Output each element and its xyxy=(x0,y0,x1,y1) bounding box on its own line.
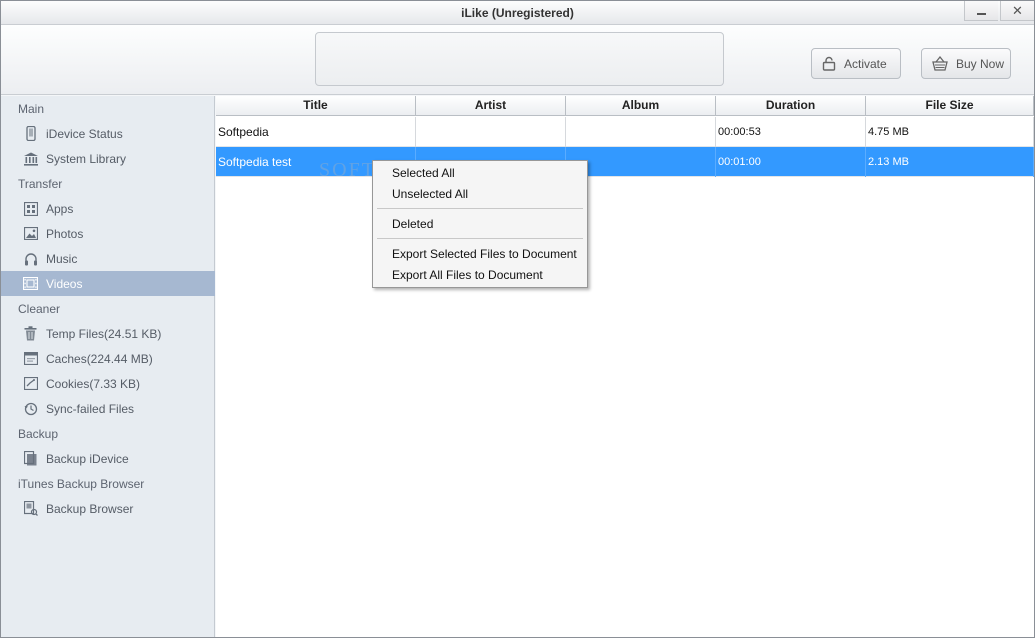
headphones-icon xyxy=(22,250,39,267)
column-header-file-size[interactable]: File Size xyxy=(866,96,1034,116)
column-header-artist[interactable]: Artist xyxy=(416,96,566,116)
cell-artist xyxy=(416,117,566,147)
buy-now-label: Buy Now xyxy=(956,56,1005,71)
sidebar-item-label: Temp Files(24.51 KB) xyxy=(46,326,162,341)
sidebar-item-backup-browser[interactable]: Backup Browser xyxy=(1,496,215,521)
photo-icon xyxy=(22,225,39,242)
window-title: iLike (Unregistered) xyxy=(461,6,574,20)
sidebar-item-apps[interactable]: Apps xyxy=(1,196,215,221)
cell-album xyxy=(566,117,716,147)
activate-button[interactable]: Activate xyxy=(811,48,901,79)
cell-file-size: 4.75 MB xyxy=(866,117,1034,147)
close-icon: ✕ xyxy=(1012,2,1023,18)
menu-item-deleted[interactable]: Deleted xyxy=(392,217,433,231)
sidebar-item-label: Cookies(7.33 KB) xyxy=(46,376,141,391)
sidebar-item-temp-files[interactable]: Temp Files(24.51 KB) xyxy=(1,321,215,346)
minimize-button[interactable] xyxy=(964,1,998,21)
activate-label: Activate xyxy=(844,56,887,71)
lock-icon xyxy=(822,56,836,71)
browser-icon xyxy=(22,500,39,517)
menu-item-unselected-all[interactable]: Unselected All xyxy=(392,187,468,201)
sidebar-item-label: Music xyxy=(46,251,78,266)
sidebar-item-label: Backup iDevice xyxy=(46,451,129,466)
basket-icon xyxy=(932,56,948,71)
sidebar-item-label: Sync-failed Files xyxy=(46,401,135,416)
sidebar-item-label: System Library xyxy=(46,151,127,166)
title-bar: iLike (Unregistered) ✕ xyxy=(1,1,1034,25)
sidebar-item-label: Caches(224.44 MB) xyxy=(46,351,153,366)
device-display-panel xyxy=(315,32,724,86)
cell-file-size: 2.13 MB xyxy=(866,147,1034,177)
column-header-title[interactable]: Title xyxy=(216,96,416,116)
cell-album xyxy=(566,147,716,177)
sidebar-item-label: Videos xyxy=(46,276,83,291)
sidebar-item-label: Photos xyxy=(46,226,84,241)
sidebar-section-transfer: Transfer xyxy=(18,177,63,191)
context-menu: Selected All Unselected All Deleted Expo… xyxy=(372,160,588,288)
sync-icon xyxy=(22,400,39,417)
sidebar-item-music[interactable]: Music xyxy=(1,246,215,271)
sidebar-item-backup-idevice[interactable]: Backup iDevice xyxy=(1,446,215,471)
column-header-duration[interactable]: Duration xyxy=(716,96,866,116)
header-toolbar: Activate Buy Now xyxy=(1,25,1034,95)
buy-now-button[interactable]: Buy Now xyxy=(921,48,1011,79)
cell-duration: 00:01:00 xyxy=(716,147,866,177)
cache-icon xyxy=(22,350,39,367)
minimize-icon xyxy=(977,12,986,15)
sidebar-section-itunes-backup-browser: iTunes Backup Browser xyxy=(18,477,145,491)
sidebar-item-caches[interactable]: Caches(224.44 MB) xyxy=(1,346,215,371)
sidebar-section-main: Main xyxy=(18,102,45,116)
sidebar-section-cleaner: Cleaner xyxy=(18,302,61,316)
close-button[interactable]: ✕ xyxy=(1000,1,1034,21)
sidebar-item-label: Backup Browser xyxy=(46,501,134,516)
film-icon xyxy=(22,275,39,292)
cell-title: Softpedia xyxy=(216,117,416,147)
sidebar-item-idevice-status[interactable]: iDevice Status xyxy=(1,121,215,146)
sidebar-item-system-library[interactable]: System Library xyxy=(1,146,215,171)
trash-icon xyxy=(22,325,39,342)
cookie-icon xyxy=(22,375,39,392)
menu-separator xyxy=(377,208,583,209)
menu-item-export-all[interactable]: Export All Files to Document xyxy=(392,268,543,282)
cell-duration: 00:00:53 xyxy=(716,117,866,147)
menu-separator xyxy=(377,238,583,239)
apps-icon xyxy=(22,200,39,217)
phone-icon xyxy=(22,125,39,142)
sidebar-item-label: Apps xyxy=(46,201,74,216)
column-header-album[interactable]: Album xyxy=(566,96,716,116)
menu-item-export-selected[interactable]: Export Selected Files to Document xyxy=(392,247,577,261)
sidebar-item-videos[interactable]: Videos xyxy=(1,271,215,296)
sidebar: Main iDevice Status System Library Trans… xyxy=(1,96,215,637)
table-row[interactable]: Softpedia 00:00:53 4.75 MB xyxy=(216,117,1034,147)
table-header: Title Artist Album Duration File Size xyxy=(216,96,1034,116)
backup-icon xyxy=(22,450,39,467)
library-icon xyxy=(22,150,39,167)
sidebar-item-label: iDevice Status xyxy=(46,126,123,141)
sidebar-item-photos[interactable]: Photos xyxy=(1,221,215,246)
sidebar-item-sync-failed-files[interactable]: Sync-failed Files xyxy=(1,396,215,421)
app-window: iLike (Unregistered) ✕ Activate Buy Now … xyxy=(0,0,1035,638)
sidebar-item-cookies[interactable]: Cookies(7.33 KB) xyxy=(1,371,215,396)
menu-item-selected-all[interactable]: Selected All xyxy=(392,166,455,180)
sidebar-section-backup: Backup xyxy=(18,427,59,441)
